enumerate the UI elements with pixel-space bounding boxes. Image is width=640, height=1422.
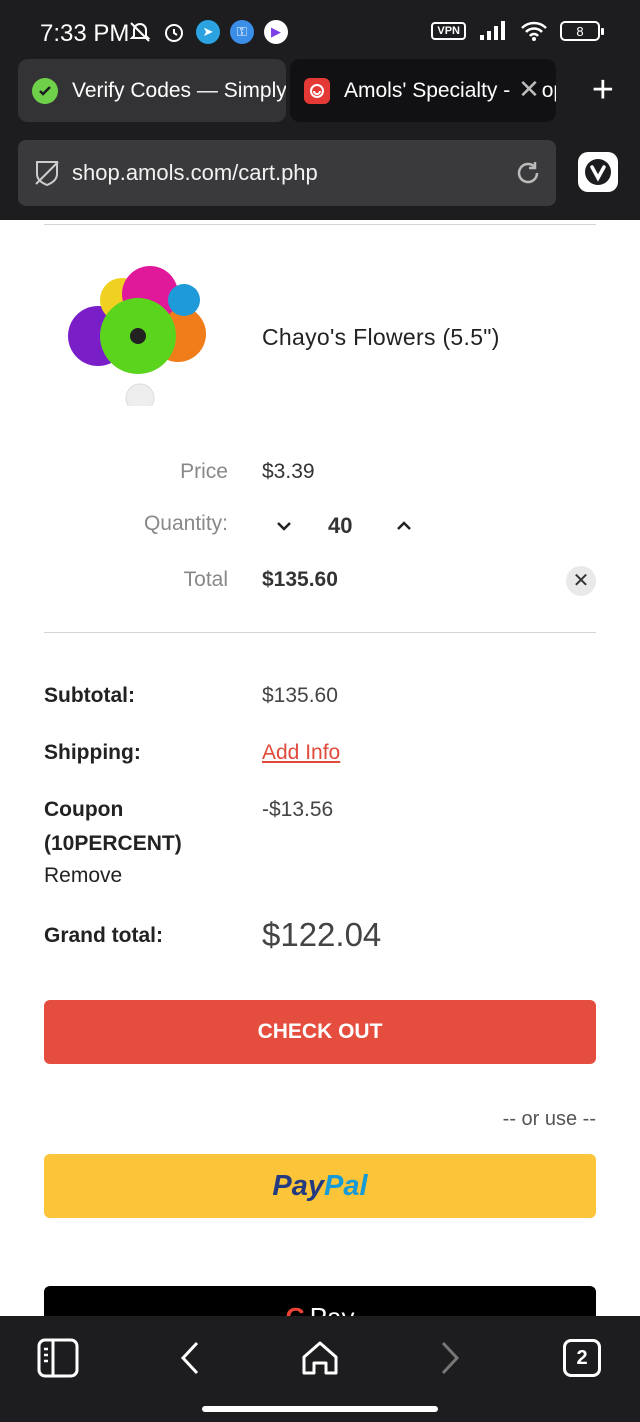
browser-tabs-bar: Verify Codes — SimplyCodes Amols' Specia… xyxy=(0,56,640,128)
paypal-logo-part: Pal xyxy=(324,1169,368,1202)
grand-total-value: $122.04 xyxy=(262,916,382,953)
status-right: VPN 8 xyxy=(431,20,604,42)
or-use-label: -- or use -- xyxy=(502,1108,596,1130)
divider xyxy=(44,632,596,633)
price-value: $3.39 xyxy=(262,460,315,483)
coupon-label: Coupon xyxy=(44,798,124,821)
simplycodes-icon xyxy=(32,77,58,104)
subtotal-label: Subtotal: xyxy=(44,684,135,707)
grand-total-label: Grand total: xyxy=(44,924,163,947)
key-icon: ⚿ xyxy=(230,20,254,44)
remove-item-button[interactable]: ✕ xyxy=(566,566,596,596)
new-tab-button[interactable]: + xyxy=(592,70,614,110)
product-image[interactable] xyxy=(58,266,218,406)
cart-page: Chayo's Flowers (5.5") Price $3.39 Quant… xyxy=(0,220,640,1316)
coupon-value: -$13.56 xyxy=(262,798,334,821)
checkout-button[interactable]: CHECK OUT xyxy=(44,1000,596,1064)
paypal-logo-part: Pay xyxy=(272,1169,325,1202)
divider xyxy=(44,224,596,225)
back-button[interactable] xyxy=(168,1336,212,1380)
google-g-icon: G xyxy=(285,1302,305,1316)
total-label: Total xyxy=(183,568,228,591)
quantity-decrease-icon[interactable] xyxy=(272,514,296,538)
tab-verify-codes[interactable]: Verify Codes — SimplyCodes xyxy=(18,59,286,122)
gesture-home-indicator[interactable] xyxy=(202,1406,438,1412)
paypal-button[interactable]: Pay Pal xyxy=(44,1154,596,1218)
close-tab-icon[interactable]: ✕ xyxy=(516,76,542,102)
item-total: $135.60 xyxy=(262,568,338,591)
panel-toggle-button[interactable] xyxy=(36,1336,80,1380)
play-icon: ▶ xyxy=(264,20,288,44)
forward-button[interactable] xyxy=(428,1336,472,1380)
price-label: Price xyxy=(180,460,228,483)
panel-icon xyxy=(37,1338,79,1378)
google-pay-button[interactable]: G Pay xyxy=(44,1286,596,1316)
shield-icon[interactable] xyxy=(32,158,62,188)
tab-amols-specialty[interactable]: Amols' Specialty - Shop ✕ xyxy=(290,59,556,122)
chevron-right-icon xyxy=(441,1341,460,1375)
signal-icon xyxy=(480,21,505,40)
reload-icon[interactable] xyxy=(514,159,542,187)
vpn-badge: VPN xyxy=(431,22,466,40)
gpay-text: Pay xyxy=(310,1302,355,1316)
status-bar: 7:33 PM ➤ ⚿ ▶ VPN 8 xyxy=(0,0,640,64)
mute-icon xyxy=(129,22,151,42)
alarm-icon xyxy=(165,24,183,42)
vivaldi-menu-button[interactable] xyxy=(578,152,618,192)
product-name[interactable]: Chayo's Flowers (5.5") xyxy=(262,324,500,351)
battery-icon: 8 xyxy=(560,21,604,41)
address-bar: shop.amols.com/cart.php xyxy=(0,128,640,220)
notification-icons: ➤ ⚿ ▶ xyxy=(128,20,288,44)
tab-count-badge: 2 xyxy=(563,1339,601,1377)
quantity-value[interactable]: 40 xyxy=(328,513,352,539)
home-icon xyxy=(302,1341,338,1375)
status-time: 7:33 PM xyxy=(40,20,130,47)
url-field[interactable]: shop.amols.com/cart.php xyxy=(18,140,556,206)
bottom-nav-bar: 2 xyxy=(0,1316,640,1422)
coupon-remove-link[interactable]: Remove xyxy=(44,864,122,888)
amols-icon xyxy=(304,77,330,104)
add-info-link[interactable]: Add Info xyxy=(262,741,340,765)
subtotal-value: $135.60 xyxy=(262,684,338,707)
home-button[interactable] xyxy=(298,1336,342,1380)
url-text[interactable]: shop.amols.com/cart.php xyxy=(72,160,318,186)
quantity-increase-icon[interactable] xyxy=(392,514,416,538)
telegram-icon: ➤ xyxy=(196,20,220,44)
coupon-code: (10PERCENT) xyxy=(44,832,182,855)
shipping-label: Shipping: xyxy=(44,741,141,764)
wifi-icon xyxy=(521,21,547,41)
vivaldi-icon xyxy=(585,159,611,185)
tab-title: Verify Codes — SimplyCodes xyxy=(72,78,286,102)
chevron-left-icon xyxy=(180,1341,199,1375)
tab-switcher-button[interactable]: 2 xyxy=(560,1336,604,1380)
quantity-label: Quantity: xyxy=(143,512,228,535)
